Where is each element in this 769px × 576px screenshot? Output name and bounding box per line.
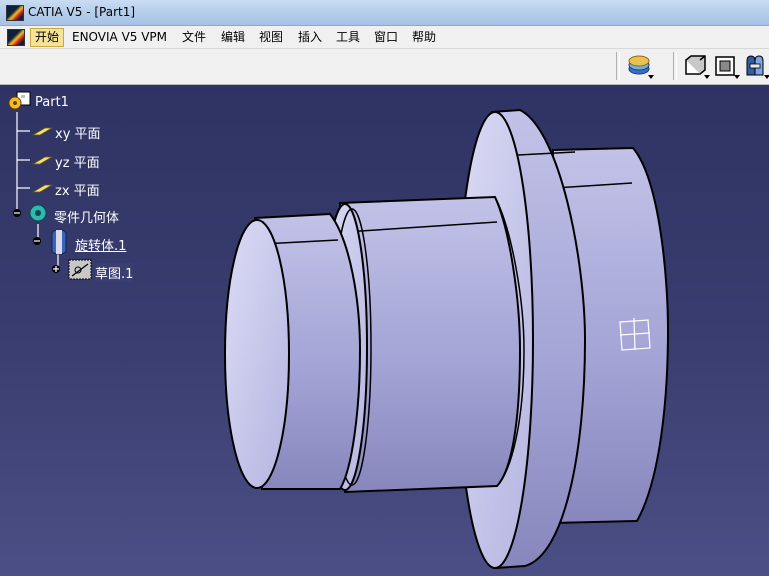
menu-enovia[interactable]: ENOVIA V5 VPM [68,29,171,46]
chevron-down-icon[interactable] [764,75,769,79]
title-bar: CATIA V5 - [Part1] [0,0,769,26]
chevron-down-icon[interactable] [734,75,740,79]
tree-item-part-body[interactable]: 零件几何体 [54,207,119,226]
tree-item-yz-plane[interactable]: yz 平面 [55,152,100,171]
tree-item-zx-plane[interactable]: zx 平面 [55,180,100,199]
menu-bar: 开始 ENOVIA V5 VPM 文件 编辑 视图 插入 工具 窗口 帮助 [0,26,769,49]
menu-edit[interactable]: 编辑 [217,29,249,46]
menu-window[interactable]: 窗口 [370,29,402,46]
part-icon [8,91,31,110]
document-menu-icon[interactable] [7,29,25,46]
expand-toggle-icon[interactable] [52,265,60,273]
menu-file[interactable]: 文件 [178,29,210,46]
catia-logo-icon[interactable] [6,5,24,21]
menu-insert[interactable]: 插入 [294,29,326,46]
tree-item-sketch[interactable]: 草图.1 [95,263,134,282]
shaft-icon [51,229,67,255]
plane-icon [31,156,54,165]
normal-view-button[interactable] [712,53,740,79]
shading-view-button[interactable] [742,53,769,79]
window-title: CATIA V5 - [Part1] [28,5,136,19]
tree-item-xy-plane[interactable]: xy 平面 [55,123,101,142]
sketch-icon [68,259,92,280]
toolbar-separator [673,52,677,80]
apply-material-button[interactable] [626,53,654,79]
menu-tools[interactable]: 工具 [332,29,364,46]
part-geometry[interactable] [0,85,769,576]
menu-help[interactable]: 帮助 [408,29,440,46]
plane-icon [31,127,54,136]
collapse-toggle-icon[interactable] [33,237,41,245]
chevron-down-icon[interactable] [648,75,654,79]
toolbar-separator [616,52,620,80]
body-gear-icon [29,204,47,222]
toolbar [0,49,769,85]
menu-view[interactable]: 视图 [255,29,287,46]
chevron-down-icon[interactable] [704,75,710,79]
menu-start[interactable]: 开始 [30,28,65,47]
collapse-toggle-icon[interactable] [13,209,21,217]
tree-item-part1[interactable]: Part1 [35,95,69,110]
front-face [224,219,290,489]
tree-item-shaft[interactable]: 旋转体.1 [75,235,126,254]
plane-icon [31,184,54,193]
front-view-button[interactable] [682,53,710,79]
3d-viewport[interactable]: Part1 xy 平面 yz 平面 zx 平面 零件几何体 旋转体.1 草图.1 [0,85,769,576]
